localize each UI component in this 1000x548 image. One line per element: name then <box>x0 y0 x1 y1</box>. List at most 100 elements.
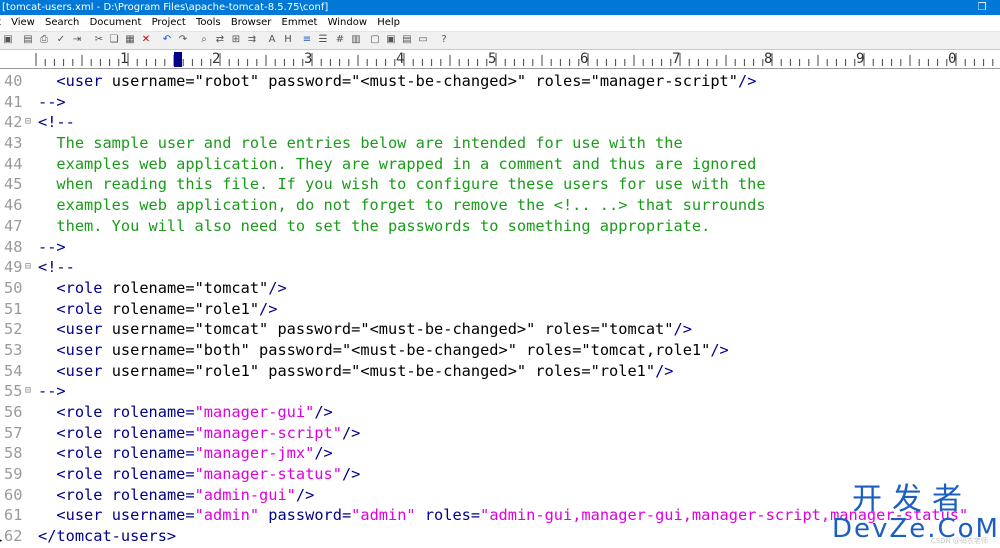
paste-icon[interactable]: ▦ <box>124 34 136 46</box>
code-token: <user <box>38 320 112 339</box>
output-window-icon[interactable]: ▭ <box>417 34 429 46</box>
split-view-icon[interactable]: ▣ <box>385 34 397 46</box>
code-line[interactable]: 53 <user username="both" password="<must… <box>0 340 1000 361</box>
code-text: The sample user and role entries below a… <box>38 133 682 154</box>
find-icon[interactable]: ⌕ <box>198 34 210 46</box>
delete-icon[interactable]: ✕ <box>140 34 152 46</box>
code-token: password= <box>277 320 361 339</box>
cut-icon[interactable]: ✂ <box>93 34 105 46</box>
code-token: /> <box>341 423 361 442</box>
file-tree-icon[interactable]: ▤ <box>401 34 413 46</box>
code-line[interactable]: 41 --> <box>0 92 1000 113</box>
code-token: examples web application. They are wrapp… <box>38 154 757 173</box>
restore-window-icon[interactable]: ❐ <box>964 0 1000 15</box>
replace-icon[interactable]: ⇄ <box>214 34 226 46</box>
menu-help[interactable]: Help <box>374 15 404 31</box>
code-token: roles= <box>535 361 591 380</box>
menu-edit[interactable]: t <box>0 15 5 31</box>
code-line[interactable]: 45 when reading this file. If you wish t… <box>0 174 1000 195</box>
code-token: roles= <box>535 72 591 90</box>
redo-icon[interactable]: ↷ <box>177 34 189 46</box>
ruler-number-6: 6 <box>580 51 589 67</box>
menu-window[interactable]: Window <box>325 15 371 31</box>
code-line[interactable]: 55 ⊟ --> <box>0 381 1000 402</box>
menu-browser[interactable]: Browser <box>228 15 276 31</box>
site-watermark: 开发者 DevZe.CoM <box>832 482 998 543</box>
line-number: 47 <box>4 216 23 235</box>
code-line[interactable]: 40 <user username="robot" password="<mus… <box>0 71 1000 92</box>
menu-search[interactable]: Search <box>42 15 83 31</box>
line-number: 59 <box>4 465 23 484</box>
menu-bar: t View Search Document Project Tools Bro… <box>0 15 1000 31</box>
column-marker-icon[interactable]: ▥ <box>350 34 362 46</box>
code-text: them. You will also need to set the pass… <box>38 216 710 237</box>
code-line[interactable]: 47 them. You will also need to set the p… <box>0 216 1000 237</box>
export-icon[interactable]: ⇥ <box>71 34 83 46</box>
view-mode-icon[interactable]: ▢ <box>369 34 381 46</box>
code-token: --> <box>38 92 66 111</box>
spellcheck-icon[interactable]: ✓ <box>55 34 67 46</box>
code-line[interactable]: 57 <role rolename="manager-script"/> <box>0 423 1000 444</box>
code-line[interactable]: 48 --> <box>0 237 1000 258</box>
code-line[interactable]: 58 <role rolename="manager-jmx"/> <box>0 443 1000 464</box>
code-token: "manager-status" <box>194 465 342 484</box>
code-token: /> <box>314 403 333 421</box>
menu-tools[interactable]: Tools <box>193 15 225 31</box>
code-line[interactable]: 52 <user username="tomcat" password="<mu… <box>0 319 1000 340</box>
code-token: username= <box>111 320 195 339</box>
align-icon[interactable]: ☰ <box>317 34 329 46</box>
fold-toggle-icon[interactable]: ⊟ <box>25 257 31 278</box>
print-icon[interactable]: ⎙ <box>38 34 50 46</box>
title-bar: [tomcat-users.xml - D:\Program Files\apa… <box>0 0 1000 15</box>
code-token: roles= <box>526 340 582 359</box>
code-token: username= <box>111 72 195 90</box>
code-line[interactable]: 49 ⊟ <!-- <box>0 257 1000 278</box>
bold-icon[interactable]: A <box>266 34 278 46</box>
code-line[interactable]: 46 examples web application, do not forg… <box>0 195 1000 216</box>
ruler-number-9: 9 <box>856 51 865 67</box>
code-line[interactable]: 59 <role rolename="manager-status"/> <box>0 464 1000 485</box>
code-line[interactable]: 51 <role rolename="role1"/> <box>0 299 1000 320</box>
code-text: <!-- <box>38 112 75 133</box>
menu-document[interactable]: Document <box>87 15 146 31</box>
header-icon[interactable]: H <box>282 34 294 46</box>
line-numbers-icon[interactable]: # <box>334 34 346 46</box>
code-editor[interactable]: 40 <user username="robot" password="<mus… <box>0 71 1000 548</box>
code-token: "manager-script" <box>590 72 738 90</box>
code-token: "tomcat" <box>599 320 674 339</box>
word-wrap-icon[interactable]: ≡ <box>301 34 313 46</box>
open-file-icon[interactable]: ▣ <box>2 34 14 46</box>
column-ruler[interactable]: 1 2 3 4 5 6 7 8 9 0 <box>0 50 1000 69</box>
find-in-files-icon[interactable]: ⊞ <box>230 34 242 46</box>
print-preview-icon[interactable]: ▤ <box>22 34 34 46</box>
code-line[interactable]: 50 <role rolename="tomcat"/> <box>0 278 1000 299</box>
code-text: <role rolename="manager-gui"/> <box>38 402 333 423</box>
fold-toggle-icon[interactable]: ⊟ <box>25 112 31 133</box>
code-token: rolename= <box>111 465 195 484</box>
code-line[interactable]: 42 ⊟ <!-- <box>0 112 1000 133</box>
line-number: 48 <box>4 237 23 256</box>
code-line[interactable]: 54 <user username="role1" password="<mus… <box>0 361 1000 382</box>
undo-icon[interactable]: ↶ <box>161 34 173 46</box>
code-token: roles= <box>544 320 600 339</box>
code-line[interactable]: 56 <role rolename="manager-gui"/> <box>0 402 1000 423</box>
code-line[interactable]: 43 The sample user and role entries belo… <box>0 133 1000 154</box>
menu-project[interactable]: Project <box>149 15 190 31</box>
help-icon[interactable]: ? <box>438 34 450 46</box>
code-text: <role rolename="admin-gui"/> <box>38 485 314 506</box>
watermark-chinese: 开发者 <box>852 482 972 517</box>
code-line[interactable]: 44 examples web application. They are wr… <box>0 154 1000 175</box>
indent-icon[interactable]: ⇉ <box>246 34 258 46</box>
menu-view[interactable]: View <box>8 15 39 31</box>
line-number: 58 <box>4 444 23 463</box>
code-text: examples web application, do not forget … <box>38 195 765 216</box>
copy-icon[interactable]: ❏ <box>108 34 120 46</box>
code-token: rolename= <box>111 403 195 421</box>
code-token: "<must-be-changed>" <box>341 340 527 359</box>
code-token: "role1" <box>194 299 260 318</box>
line-number: 57 <box>4 423 23 442</box>
menu-emmet[interactable]: Emmet <box>279 15 322 31</box>
code-token: "tomcat" <box>194 278 269 297</box>
code-text: <!-- <box>38 257 75 278</box>
fold-toggle-icon[interactable]: ⊟ <box>25 381 31 402</box>
